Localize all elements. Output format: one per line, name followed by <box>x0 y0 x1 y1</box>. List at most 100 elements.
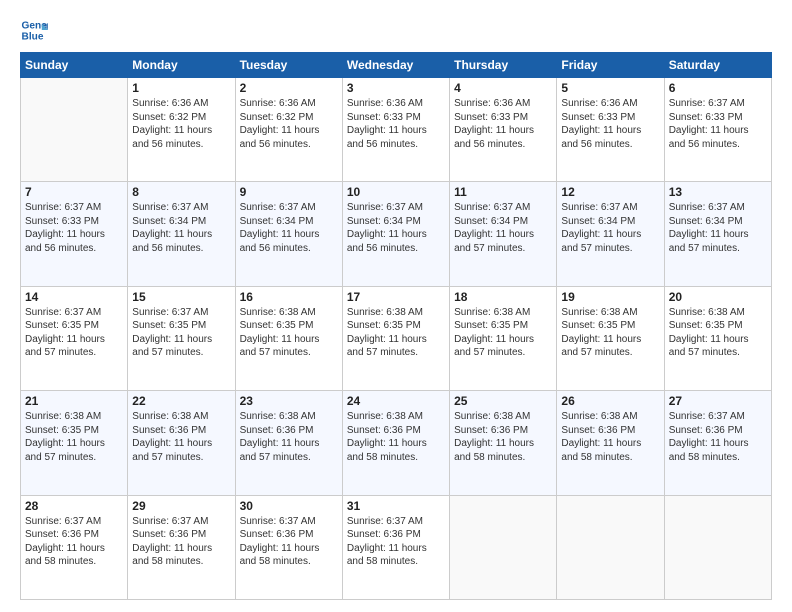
day-number: 30 <box>240 499 338 513</box>
day-info: Sunrise: 6:37 AM Sunset: 6:35 PM Dayligh… <box>25 306 123 360</box>
calendar-day-cell: 18 Sunrise: 6:38 AM Sunset: 6:35 PM Dayli… <box>450 286 557 390</box>
day-info: Sunrise: 6:38 AM Sunset: 6:36 PM Dayligh… <box>240 410 338 464</box>
calendar-day-cell: 28 Sunrise: 6:37 AM Sunset: 6:36 PM Dayli… <box>21 495 128 599</box>
day-info: Sunrise: 6:37 AM Sunset: 6:36 PM Dayligh… <box>347 515 445 569</box>
day-number: 2 <box>240 81 338 95</box>
day-number: 1 <box>132 81 230 95</box>
day-number: 21 <box>25 394 123 408</box>
day-number: 12 <box>561 185 659 199</box>
day-number: 14 <box>25 290 123 304</box>
day-info: Sunrise: 6:38 AM Sunset: 6:35 PM Dayligh… <box>454 306 552 360</box>
header: General Blue <box>20 16 772 44</box>
calendar-day-cell: 16 Sunrise: 6:38 AM Sunset: 6:35 PM Dayli… <box>235 286 342 390</box>
day-info: Sunrise: 6:38 AM Sunset: 6:35 PM Dayligh… <box>240 306 338 360</box>
calendar-day-cell: 27 Sunrise: 6:37 AM Sunset: 6:36 PM Dayli… <box>664 391 771 495</box>
calendar-day-cell: 10 Sunrise: 6:37 AM Sunset: 6:34 PM Dayli… <box>342 182 449 286</box>
day-number: 8 <box>132 185 230 199</box>
day-info: Sunrise: 6:36 AM Sunset: 6:33 PM Dayligh… <box>347 97 445 151</box>
day-number: 29 <box>132 499 230 513</box>
calendar-header-cell: Wednesday <box>342 53 449 78</box>
day-info: Sunrise: 6:37 AM Sunset: 6:35 PM Dayligh… <box>132 306 230 360</box>
day-info: Sunrise: 6:37 AM Sunset: 6:33 PM Dayligh… <box>669 97 767 151</box>
day-number: 5 <box>561 81 659 95</box>
calendar-day-cell <box>450 495 557 599</box>
calendar-header-cell: Saturday <box>664 53 771 78</box>
calendar-header-cell: Friday <box>557 53 664 78</box>
logo: General Blue <box>20 16 50 44</box>
day-number: 25 <box>454 394 552 408</box>
calendar-header-cell: Tuesday <box>235 53 342 78</box>
day-info: Sunrise: 6:38 AM Sunset: 6:36 PM Dayligh… <box>454 410 552 464</box>
day-number: 16 <box>240 290 338 304</box>
calendar-week-row: 1 Sunrise: 6:36 AM Sunset: 6:32 PM Daylig… <box>21 78 772 182</box>
calendar-header-cell: Monday <box>128 53 235 78</box>
day-info: Sunrise: 6:37 AM Sunset: 6:36 PM Dayligh… <box>240 515 338 569</box>
calendar-day-cell: 13Sunrise: 6:37 AM Sunset: 6:34 PM Dayli… <box>664 182 771 286</box>
day-number: 23 <box>240 394 338 408</box>
day-number: 3 <box>347 81 445 95</box>
calendar-day-cell: 30 Sunrise: 6:37 AM Sunset: 6:36 PM Dayli… <box>235 495 342 599</box>
day-number: 9 <box>240 185 338 199</box>
calendar-day-cell: 20 Sunrise: 6:38 AM Sunset: 6:35 PM Dayli… <box>664 286 771 390</box>
day-info: Sunrise: 6:38 AM Sunset: 6:36 PM Dayligh… <box>561 410 659 464</box>
calendar-day-cell: 15 Sunrise: 6:37 AM Sunset: 6:35 PM Dayli… <box>128 286 235 390</box>
calendar-day-cell: 23 Sunrise: 6:38 AM Sunset: 6:36 PM Dayli… <box>235 391 342 495</box>
calendar-header-cell: Thursday <box>450 53 557 78</box>
calendar-day-cell: 1 Sunrise: 6:36 AM Sunset: 6:32 PM Daylig… <box>128 78 235 182</box>
calendar-day-cell: 21 Sunrise: 6:38 AM Sunset: 6:35 PM Dayli… <box>21 391 128 495</box>
day-info: Sunrise: 6:36 AM Sunset: 6:33 PM Dayligh… <box>561 97 659 151</box>
calendar-day-cell: 26 Sunrise: 6:38 AM Sunset: 6:36 PM Dayli… <box>557 391 664 495</box>
calendar-day-cell: 24Sunrise: 6:38 AM Sunset: 6:36 PM Dayli… <box>342 391 449 495</box>
calendar-day-cell: 11Sunrise: 6:37 AM Sunset: 6:34 PM Dayli… <box>450 182 557 286</box>
svg-text:Blue: Blue <box>22 31 44 42</box>
day-info: Sunrise: 6:36 AM Sunset: 6:32 PM Dayligh… <box>240 97 338 151</box>
calendar-header-cell: Sunday <box>21 53 128 78</box>
day-info: Sunrise: 6:37 AM Sunset: 6:34 PM Dayligh… <box>561 201 659 255</box>
day-number: 22 <box>132 394 230 408</box>
calendar-week-row: 7Sunrise: 6:37 AM Sunset: 6:33 PM Daylig… <box>21 182 772 286</box>
day-info: Sunrise: 6:37 AM Sunset: 6:36 PM Dayligh… <box>132 515 230 569</box>
day-info: Sunrise: 6:37 AM Sunset: 6:33 PM Dayligh… <box>25 201 123 255</box>
day-info: Sunrise: 6:37 AM Sunset: 6:36 PM Dayligh… <box>25 515 123 569</box>
calendar-day-cell <box>664 495 771 599</box>
day-number: 28 <box>25 499 123 513</box>
day-number: 10 <box>347 185 445 199</box>
calendar-day-cell: 19Sunrise: 6:38 AM Sunset: 6:35 PM Dayli… <box>557 286 664 390</box>
day-number: 26 <box>561 394 659 408</box>
logo-icon: General Blue <box>20 16 48 44</box>
calendar-day-cell <box>557 495 664 599</box>
calendar-day-cell: 8 Sunrise: 6:37 AM Sunset: 6:34 PM Daylig… <box>128 182 235 286</box>
day-number: 6 <box>669 81 767 95</box>
day-number: 18 <box>454 290 552 304</box>
calendar-week-row: 28 Sunrise: 6:37 AM Sunset: 6:36 PM Dayli… <box>21 495 772 599</box>
day-number: 13 <box>669 185 767 199</box>
calendar-week-row: 14 Sunrise: 6:37 AM Sunset: 6:35 PM Dayli… <box>21 286 772 390</box>
day-number: 31 <box>347 499 445 513</box>
calendar-day-cell: 9 Sunrise: 6:37 AM Sunset: 6:34 PM Daylig… <box>235 182 342 286</box>
day-info: Sunrise: 6:37 AM Sunset: 6:34 PM Dayligh… <box>347 201 445 255</box>
day-info: Sunrise: 6:37 AM Sunset: 6:36 PM Dayligh… <box>669 410 767 464</box>
day-number: 15 <box>132 290 230 304</box>
page: General Blue SundayMondayTuesdayWednesda… <box>0 0 792 612</box>
calendar-day-cell: 3 Sunrise: 6:36 AM Sunset: 6:33 PM Daylig… <box>342 78 449 182</box>
day-info: Sunrise: 6:38 AM Sunset: 6:35 PM Dayligh… <box>669 306 767 360</box>
day-number: 20 <box>669 290 767 304</box>
calendar-day-cell: 6 Sunrise: 6:37 AM Sunset: 6:33 PM Daylig… <box>664 78 771 182</box>
calendar-day-cell: 12 Sunrise: 6:37 AM Sunset: 6:34 PM Dayli… <box>557 182 664 286</box>
calendar-day-cell: 29 Sunrise: 6:37 AM Sunset: 6:36 PM Dayli… <box>128 495 235 599</box>
day-info: Sunrise: 6:37 AM Sunset: 6:34 PM Dayligh… <box>132 201 230 255</box>
day-number: 4 <box>454 81 552 95</box>
calendar-day-cell: 5 Sunrise: 6:36 AM Sunset: 6:33 PM Daylig… <box>557 78 664 182</box>
day-info: Sunrise: 6:36 AM Sunset: 6:32 PM Dayligh… <box>132 97 230 151</box>
day-info: Sunrise: 6:38 AM Sunset: 6:35 PM Dayligh… <box>347 306 445 360</box>
day-info: Sunrise: 6:36 AM Sunset: 6:33 PM Dayligh… <box>454 97 552 151</box>
calendar-day-cell: 2 Sunrise: 6:36 AM Sunset: 6:32 PM Daylig… <box>235 78 342 182</box>
day-info: Sunrise: 6:38 AM Sunset: 6:35 PM Dayligh… <box>25 410 123 464</box>
day-number: 19 <box>561 290 659 304</box>
day-number: 27 <box>669 394 767 408</box>
calendar-day-cell: 17Sunrise: 6:38 AM Sunset: 6:35 PM Dayli… <box>342 286 449 390</box>
day-info: Sunrise: 6:37 AM Sunset: 6:34 PM Dayligh… <box>240 201 338 255</box>
day-info: Sunrise: 6:38 AM Sunset: 6:36 PM Dayligh… <box>132 410 230 464</box>
day-info: Sunrise: 6:38 AM Sunset: 6:36 PM Dayligh… <box>347 410 445 464</box>
day-info: Sunrise: 6:37 AM Sunset: 6:34 PM Dayligh… <box>454 201 552 255</box>
